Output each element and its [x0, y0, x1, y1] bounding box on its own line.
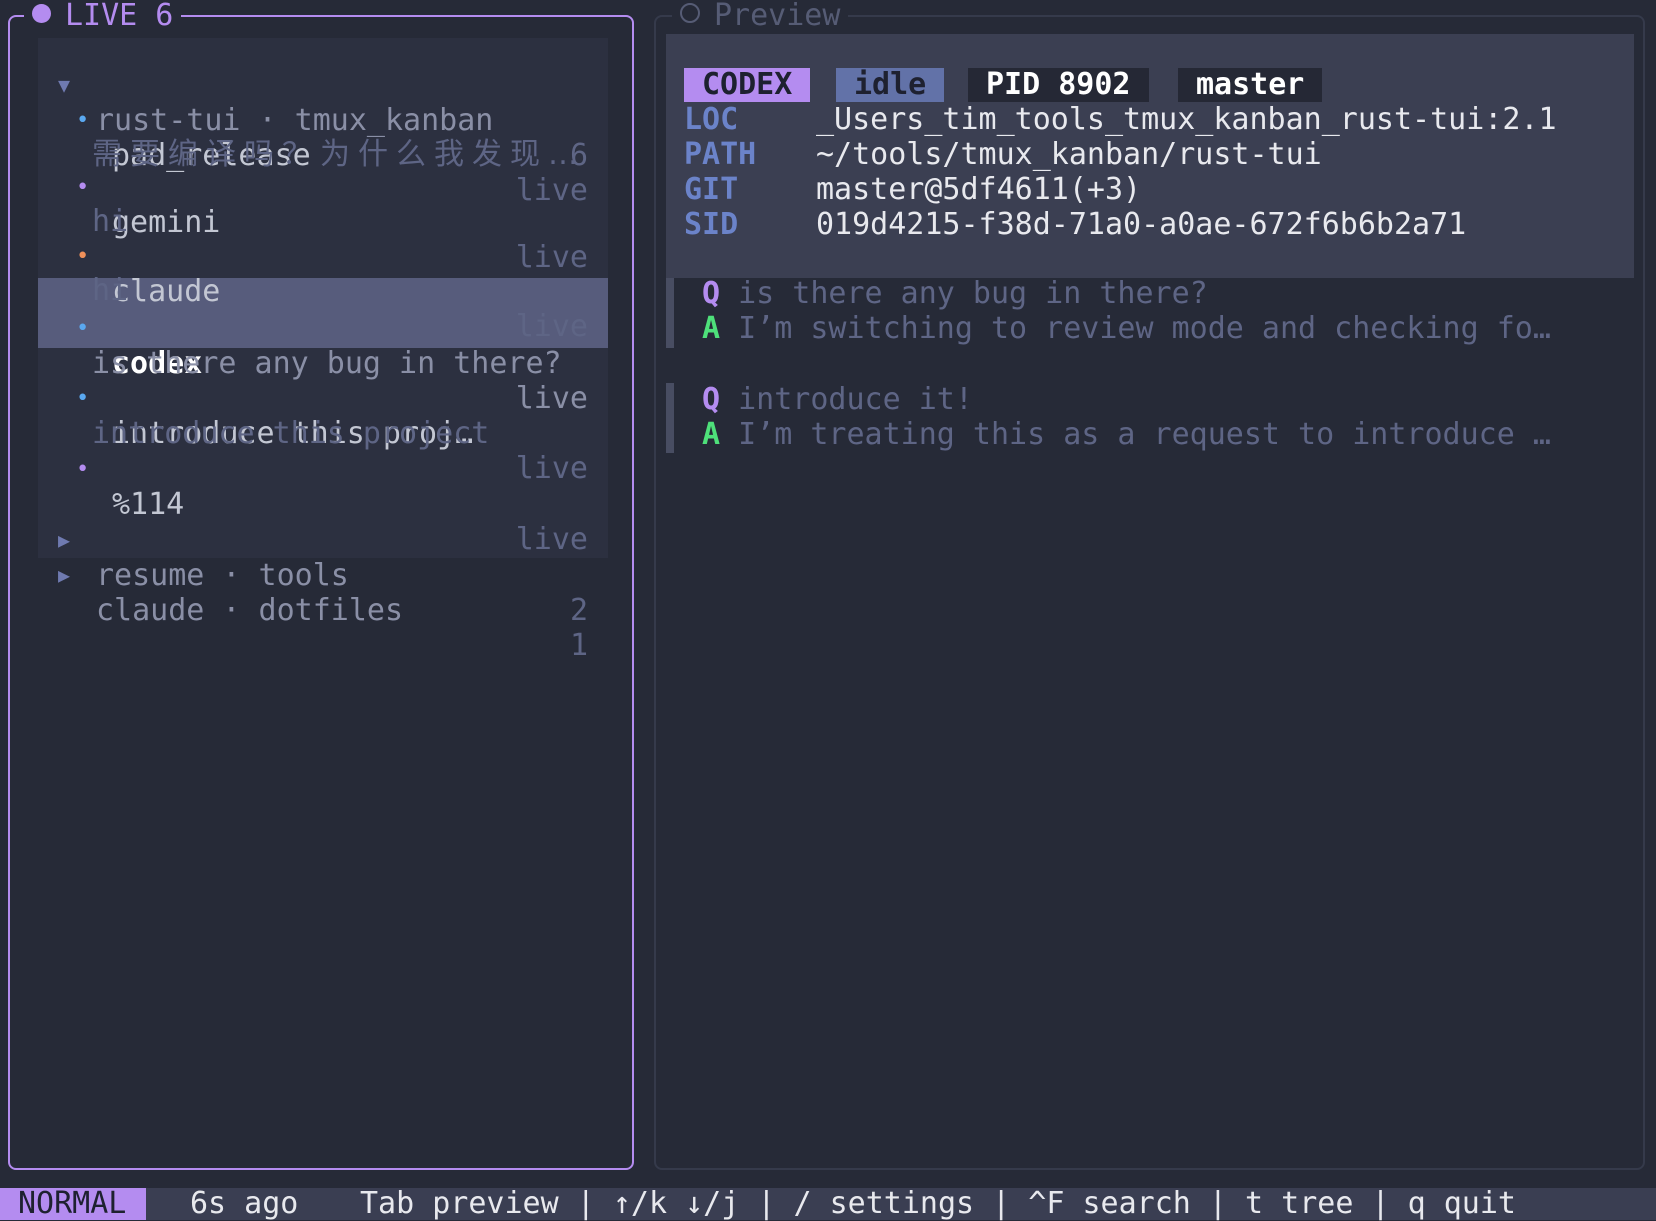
keybinding-hints: Tab preview | ↑/k ↓/j | / settings | ^F … — [360, 1186, 1516, 1221]
session-preview-row: hi — [38, 169, 608, 239]
preview-panel-title: Preview — [672, 0, 849, 33]
group-count: 2 — [569, 593, 588, 628]
session-row-114[interactable]: • %114 live — [38, 417, 608, 557]
session-status: live — [515, 451, 588, 486]
conversation-marker-bar — [666, 383, 674, 453]
question-marker: Q — [702, 382, 721, 417]
question-marker: Q — [702, 276, 721, 311]
answer-text: I’m treating this as a request to introd… — [738, 417, 1551, 452]
question-line: Q introduce it! — [702, 382, 973, 418]
group-count: 1 — [569, 628, 588, 663]
pid-badge: PID 8902 — [968, 68, 1149, 102]
session-row-gemini[interactable]: • gemini live — [38, 135, 608, 275]
live-panel-title-text: LIVE 6 — [65, 0, 174, 33]
caret-right-icon: ▶ — [58, 563, 71, 587]
mode-indicator: NORMAL — [0, 1188, 147, 1220]
state-badge: idle — [836, 68, 945, 102]
question-text: introduce it! — [738, 382, 973, 417]
info-key-path: PATH — [684, 137, 757, 172]
preview-title-text: Preview — [714, 0, 841, 33]
question-line: Q is there any bug in there? — [702, 276, 1208, 312]
group-row-resume[interactable]: ▶ resume · tools 2 — [38, 488, 608, 628]
info-key-sid: SID — [684, 207, 739, 242]
session-row-pad-release[interactable]: • pad_release live — [38, 68, 608, 208]
group-row-claude-dotfiles[interactable]: ▶ claude · dotfiles 1 — [38, 523, 608, 663]
group-row-rust-tui[interactable]: ▼ rust-tui · tmux_kanban 6 — [38, 33, 608, 173]
answer-line: A I’m switching to review mode and check… — [702, 311, 1551, 347]
info-key-git: GIT — [684, 172, 739, 207]
info-value-sid: 019d4215-f38d-71a0-a0ae-672f6b6b2a71 — [816, 207, 1467, 242]
status-bar: NORMAL 6s ago Tab preview | ↑/k ↓/j | / … — [0, 1188, 1656, 1220]
last-updated: 6s ago — [190, 1186, 299, 1221]
session-row-codex[interactable]: • codex live — [38, 276, 608, 416]
info-value-git: master@5df4611(+3) — [816, 172, 1142, 207]
agent-badge: CODEX — [684, 68, 811, 102]
group-label: claude · dotfiles — [96, 593, 404, 628]
answer-marker: A — [702, 311, 721, 346]
session-preview-row: is there any bug in there? — [38, 311, 608, 381]
info-value-loc: _Users_tim_tools_tmux_kanban_rust-tui:2.… — [816, 102, 1557, 137]
answer-marker: A — [702, 417, 721, 452]
answer-text: I’m switching to review mode and checkin… — [738, 311, 1551, 346]
session-dot-icon: • — [76, 457, 90, 482]
question-text: is there any bug in there? — [738, 276, 1208, 311]
live-dot-icon — [32, 4, 51, 23]
conversation-marker-bar — [666, 278, 674, 348]
preview-ring-icon — [680, 3, 700, 23]
branch-badge: master — [1178, 68, 1323, 102]
session-preview-row: introduce this project — [38, 381, 608, 451]
session-row-claude[interactable]: • claude live — [38, 204, 608, 344]
info-key-loc: LOC — [684, 102, 739, 137]
session-preview-row: 需要编译吗？为什么我发现… — [38, 102, 608, 172]
live-panel-title: LIVE 6 — [24, 0, 182, 33]
answer-line: A I’m treating this as a request to intr… — [702, 417, 1551, 453]
info-value-path: ~/tools/tmux_kanban/rust-tui — [816, 137, 1322, 172]
group-label: resume · tools — [96, 558, 349, 593]
session-preview-row: hi — [38, 238, 608, 308]
session-row-introduce[interactable]: • introduce this proj… live — [38, 346, 608, 486]
